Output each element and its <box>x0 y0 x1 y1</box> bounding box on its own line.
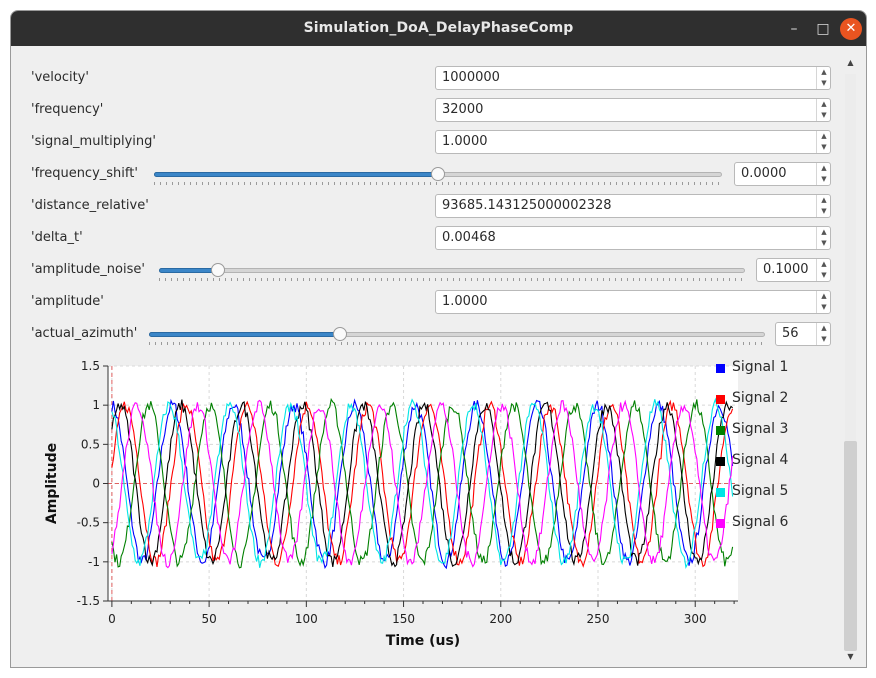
spin-down-icon[interactable]: ▼ <box>817 78 831 89</box>
scroll-up-icon[interactable]: ▲ <box>842 56 859 70</box>
param-row-amplitude-noise: 'amplitude_noise' 0.1000 ▲ ▼ <box>11 256 841 284</box>
frequency-shift-value[interactable]: 0.0000 <box>741 166 787 181</box>
amplitude-label: 'amplitude' <box>31 294 104 309</box>
spin-down-icon[interactable]: ▼ <box>817 206 831 217</box>
x-tick-label: 150 <box>392 612 415 626</box>
param-row-velocity: 'velocity' 1000000 ▲ ▼ <box>11 64 841 92</box>
y-axis-label: Amplitude <box>44 443 60 524</box>
distance-relative-spinbox[interactable]: 93685.143125000002328 ▲ ▼ <box>435 194 831 218</box>
y-tick-label: -1.5 <box>77 594 100 608</box>
slider-handle[interactable] <box>431 167 445 181</box>
frequency-label: 'frequency' <box>31 102 104 117</box>
signal-chart: 0 50 100 150 200 250 300 1.5 1 0.5 0 -0.5 -1 -1.5 Time… <box>44 359 738 649</box>
x-tick-label: 50 <box>201 612 216 626</box>
delta-t-label: 'delta_t' <box>31 230 83 245</box>
actual-azimuth-value[interactable]: 56 <box>782 326 799 341</box>
spin-up-icon[interactable]: ▲ <box>817 323 831 334</box>
minimize-icon[interactable]: – <box>783 18 805 40</box>
param-row-signal-multiplying: 'signal_multiplying' 1.0000 ▲ ▼ <box>11 128 841 156</box>
spin-up-icon[interactable]: ▲ <box>817 67 831 78</box>
legend-label: Signal 6 <box>732 514 789 530</box>
x-axis-label: Time (us) <box>386 633 460 649</box>
spin-down-icon[interactable]: ▼ <box>817 142 831 153</box>
signal-multiplying-spinbox[interactable]: 1.0000 ▲ ▼ <box>435 130 831 154</box>
legend-swatch <box>716 395 725 404</box>
param-row-distance-relative: 'distance_relative' 93685.14312500000232… <box>11 192 841 220</box>
actual-azimuth-label: 'actual_azimuth' <box>31 326 138 341</box>
legend-swatch <box>716 364 725 373</box>
signal-multiplying-label: 'signal_multiplying' <box>31 134 156 149</box>
spin-down-icon[interactable]: ▼ <box>817 174 831 185</box>
window-title: Simulation_DoA_DelayPhaseComp <box>303 20 574 36</box>
actual-azimuth-slider[interactable] <box>149 327 765 345</box>
scroll-down-icon[interactable]: ▼ <box>842 650 859 664</box>
spin-down-icon[interactable]: ▼ <box>817 110 831 121</box>
amplitude-noise-spinbox[interactable]: 0.1000 ▲ ▼ <box>756 258 831 282</box>
amplitude-value[interactable]: 1.0000 <box>442 294 488 309</box>
param-row-delta-t: 'delta_t' 0.00468 ▲ ▼ <box>11 224 841 252</box>
spin-down-icon[interactable]: ▼ <box>817 238 831 249</box>
slider-handle[interactable] <box>210 263 225 277</box>
y-tick-label: 0.5 <box>81 437 100 451</box>
legend-swatch <box>716 426 725 435</box>
delta-t-value[interactable]: 0.00468 <box>442 230 496 245</box>
spin-down-icon[interactable]: ▼ <box>817 334 831 345</box>
y-tick-label: 1 <box>92 398 100 412</box>
x-tick-label: 250 <box>587 612 610 626</box>
spin-up-icon[interactable]: ▲ <box>817 99 831 110</box>
amplitude-noise-label: 'amplitude_noise' <box>31 262 145 277</box>
amplitude-noise-slider[interactable] <box>159 263 745 281</box>
legend-label: Signal 3 <box>732 421 789 437</box>
delta-t-spinbox[interactable]: 0.00468 ▲ ▼ <box>435 226 831 250</box>
x-tick-label: 300 <box>684 612 707 626</box>
spin-up-icon[interactable]: ▲ <box>817 291 831 302</box>
spin-up-icon[interactable]: ▲ <box>817 259 831 270</box>
legend-label: Signal 1 <box>732 359 789 375</box>
param-row-frequency: 'frequency' 32000 ▲ ▼ <box>11 96 841 124</box>
close-icon[interactable]: ✕ <box>840 18 862 40</box>
legend-swatch <box>716 519 725 528</box>
frequency-spinbox[interactable]: 32000 ▲ ▼ <box>435 98 831 122</box>
spin-down-icon[interactable]: ▼ <box>817 270 831 281</box>
distance-relative-label: 'distance_relative' <box>31 198 149 213</box>
param-row-amplitude: 'amplitude' 1.0000 ▲ ▼ <box>11 288 841 316</box>
x-tick-label: 0 <box>108 612 116 626</box>
velocity-label: 'velocity' <box>31 70 89 85</box>
legend-label: Signal 5 <box>732 483 789 499</box>
y-tick-label: -1 <box>88 555 100 569</box>
y-tick-label: -0.5 <box>77 516 100 530</box>
signal-plot: 0 50 100 150 200 250 300 1.5 1 0.5 0 -0.5 -1 -1.5 Time… <box>26 354 836 654</box>
spin-up-icon[interactable]: ▲ <box>817 227 831 238</box>
velocity-spinbox[interactable]: 1000000 ▲ ▼ <box>435 66 831 90</box>
frequency-value[interactable]: 32000 <box>442 102 483 117</box>
frequency-shift-label: 'frequency_shift' <box>31 166 138 181</box>
scrollbar-thumb[interactable] <box>844 441 857 651</box>
spin-up-icon[interactable]: ▲ <box>817 195 831 206</box>
vertical-scrollbar[interactable]: ▲ ▼ <box>842 56 859 666</box>
velocity-value[interactable]: 1000000 <box>442 70 500 85</box>
title-bar[interactable]: Simulation_DoA_DelayPhaseComp – □ ✕ <box>11 11 866 46</box>
legend-swatch <box>716 457 725 466</box>
legend-swatch <box>716 488 725 497</box>
y-tick-label: 1.5 <box>81 359 100 373</box>
slider-handle[interactable] <box>332 327 347 341</box>
maximize-icon[interactable]: □ <box>812 18 834 40</box>
legend-label: Signal 4 <box>732 452 789 468</box>
param-row-frequency-shift: 'frequency_shift' 0.0000 ▲ ▼ <box>11 160 841 188</box>
amplitude-spinbox[interactable]: 1.0000 ▲ ▼ <box>435 290 831 314</box>
legend-label: Signal 2 <box>732 390 789 406</box>
spin-up-icon[interactable]: ▲ <box>817 131 831 142</box>
signal-multiplying-value[interactable]: 1.0000 <box>442 134 488 149</box>
amplitude-noise-value[interactable]: 0.1000 <box>763 262 809 277</box>
x-tick-label: 100 <box>295 612 318 626</box>
spin-up-icon[interactable]: ▲ <box>817 163 831 174</box>
y-tick-label: 0 <box>92 477 100 491</box>
param-row-actual-azimuth: 'actual_azimuth' 56 ▲ ▼ <box>11 320 841 348</box>
x-tick-label: 200 <box>489 612 512 626</box>
distance-relative-value[interactable]: 93685.143125000002328 <box>442 198 612 213</box>
spin-down-icon[interactable]: ▼ <box>817 302 831 313</box>
frequency-shift-slider[interactable] <box>154 167 722 185</box>
frequency-shift-spinbox[interactable]: 0.0000 ▲ ▼ <box>734 162 831 186</box>
actual-azimuth-spinbox[interactable]: 56 ▲ ▼ <box>775 322 831 346</box>
